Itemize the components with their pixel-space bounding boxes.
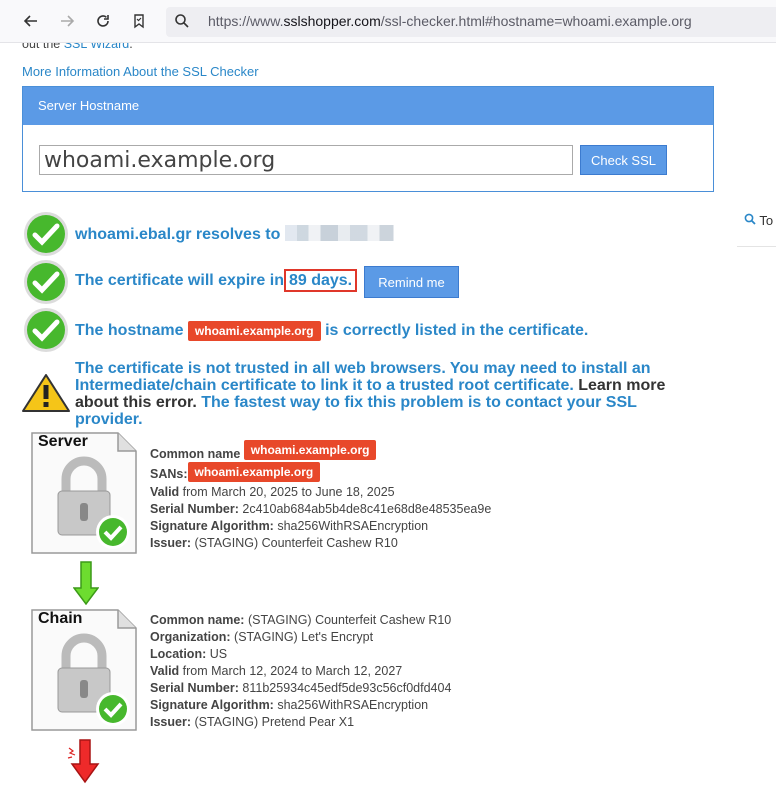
chain-cert-details: Common name: (STAGING) Counterfeit Cashe… [150, 613, 452, 729]
reload-icon[interactable] [91, 9, 115, 33]
ssl-wizard-line: out the SSL Wizard. [22, 43, 133, 51]
remind-me-button[interactable]: Remind me [364, 266, 459, 298]
trust-warning: The certificate is not trusted in all we… [75, 360, 666, 428]
check-ok-icon [24, 308, 68, 352]
check-ok-icon [24, 260, 68, 304]
blurred-ip [284, 225, 403, 241]
expire-days-highlight: 89 days. [283, 269, 358, 292]
resolves-row: whoami.ebal.gr resolves to [75, 225, 403, 244]
sidebar-search-label: To [759, 213, 774, 228]
green-down-arrow-icon [73, 561, 99, 605]
search-icon [174, 13, 190, 33]
form-heading: Server Hostname [23, 87, 713, 125]
redacted-hostname: whoami.example.org [187, 321, 321, 341]
server-cert-details: Common name whoami.example.org SANs: whoa… [150, 440, 491, 552]
page-content: out the SSL Wizard. More Information Abo… [0, 43, 776, 807]
forward-arrow-icon[interactable] [55, 9, 79, 33]
ssl-wizard-link[interactable]: SSL Wizard [64, 43, 130, 51]
broken-red-arrow-icon [67, 739, 100, 784]
redacted-common-name: whoami.example.org [243, 440, 377, 460]
expire-row: The certificate will expire in 89 days. [75, 269, 358, 292]
search-icon [744, 213, 756, 228]
warning-icon [22, 374, 70, 412]
sidebar-divider [737, 246, 776, 247]
chain-cert-icon: Chain [30, 608, 140, 732]
chain-cert-label: Chain [38, 610, 83, 627]
redacted-sans: whoami.example.org [187, 462, 321, 482]
url-bar[interactable]: https://www.sslshopper.com/ssl-checker.h… [166, 7, 776, 37]
more-info-link[interactable]: More Information About the SSL Checker [22, 64, 259, 79]
check-ok-icon [24, 212, 68, 256]
server-cert-label: Server [38, 433, 88, 450]
sidebar-search[interactable]: To [744, 213, 773, 228]
hostname-row: The hostname whoami.example.org is corre… [75, 321, 589, 341]
check-ssl-button[interactable]: Check SSL [580, 145, 667, 175]
hostname-input[interactable] [39, 145, 573, 175]
server-cert-icon: Server [30, 431, 140, 555]
url-text: https://www.sslshopper.com/ssl-checker.h… [208, 13, 692, 29]
back-arrow-icon[interactable] [19, 9, 43, 33]
hostname-form: Server Hostname Check SSL [22, 86, 714, 192]
bookmark-icon[interactable] [127, 9, 151, 33]
browser-toolbar: https://www.sslshopper.com/ssl-checker.h… [0, 0, 776, 43]
